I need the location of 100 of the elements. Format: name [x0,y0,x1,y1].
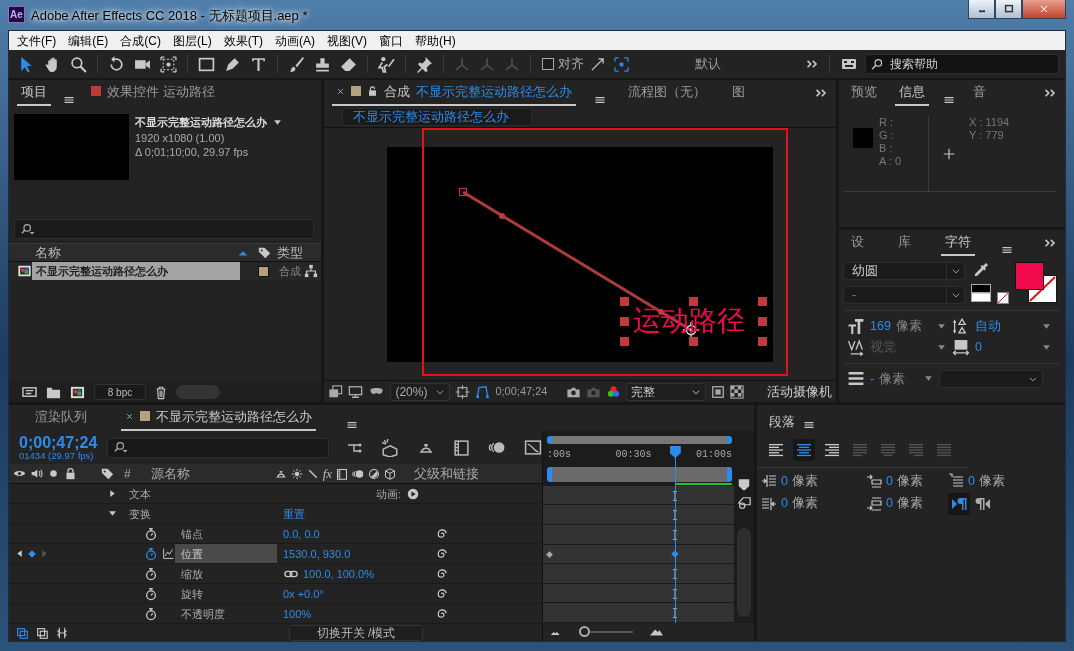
panel-tab[interactable]: 图 [728,81,750,106]
text-tool-icon[interactable] [250,55,267,73]
metric-value[interactable]: 169 [870,317,891,336]
frame-blend-icon[interactable] [336,467,349,480]
panel-tab[interactable]: 渲染队列 [31,406,91,431]
region-icon[interactable] [455,384,471,399]
panel-tab[interactable]: 字符 [941,231,975,256]
panel-tab[interactable]: 效果控件 运动路径 [87,81,219,106]
chevron-icon[interactable] [816,87,828,99]
property-label[interactable]: 缩放 [175,564,277,584]
menu-item[interactable]: 编辑(E) [62,31,115,50]
current-timecode[interactable]: 0;00;47;24 [19,434,98,451]
trash-icon[interactable] [154,384,168,400]
property-label[interactable]: 变换 [117,504,277,524]
property-value[interactable]: 100% [283,605,312,623]
maximize-button[interactable] [995,0,1022,19]
frame-blending-icon[interactable] [453,439,470,457]
spacing-value[interactable]: 0 [886,472,893,491]
expression-spiral-icon[interactable] [435,567,448,581]
snap-target-icon[interactable] [614,56,629,72]
column-header[interactable]: 源名称 [150,464,271,484]
tag-icon[interactable] [258,246,272,259]
property-label[interactable]: 锚点 [175,524,277,544]
previous-keyframe-icon[interactable] [15,549,24,559]
composition-icon[interactable] [69,384,86,400]
composition-toggle-icon[interactable] [15,625,29,640]
expression-spiral-icon[interactable] [435,547,448,561]
caret-icon[interactable] [950,290,961,300]
panel-tab[interactable]: 信息 [895,81,929,106]
tag-icon[interactable] [101,467,114,481]
panel-menu-icon[interactable] [346,419,358,431]
close-icon[interactable] [125,411,134,421]
dropdown-triangle-icon[interactable] [924,374,933,384]
transparency-grid-icon[interactable] [730,384,745,399]
stopwatch-icon[interactable] [144,606,158,621]
property-value[interactable]: 0.0, 0.0 [283,525,320,543]
resolution-dropdown[interactable]: 完整 [626,382,707,401]
expression-spiral-icon[interactable] [435,607,448,621]
flowchart-icon[interactable] [304,264,319,278]
stopwatch-icon[interactable] [144,546,158,561]
panel-tab[interactable]: 流程图（无） [624,81,711,106]
stroke-width-value[interactable]: - [870,369,875,389]
chevron-icon[interactable] [807,58,819,70]
stopwatch-icon[interactable] [144,586,158,601]
maximize-icon[interactable] [1002,3,1015,15]
cube-icon[interactable] [384,467,397,480]
spacing-value[interactable]: 0 [968,472,975,491]
panel-tab[interactable]: 设 [847,231,868,256]
no-color-swatch-icon[interactable] [997,292,1009,304]
menu-item[interactable]: 图层(L) [167,31,218,50]
lock-icon[interactable] [64,467,77,481]
metric-value[interactable]: 0 [975,337,982,357]
pen-icon[interactable] [224,55,241,73]
camera-view-label[interactable]: 活动摄像机 [767,381,832,402]
panel-tab[interactable]: 预览 [847,81,881,106]
bit-depth-button[interactable]: 8 bpc [94,384,146,400]
menu-item[interactable]: 效果(T) [217,31,269,50]
region-of-interest-icon[interactable] [711,384,726,399]
menu-item[interactable]: 动画(A) [269,31,321,50]
column-header[interactable]: # [124,464,131,483]
eraser-icon[interactable] [340,55,357,73]
duration-toggle-icon[interactable] [55,625,69,640]
stopwatch-icon[interactable] [144,526,158,541]
caret-icon[interactable] [950,266,961,276]
menu-item[interactable]: 合成(C) [114,31,167,50]
draft-3d-icon[interactable] [381,438,399,457]
spacing-value[interactable]: 0 [781,472,788,491]
column-header[interactable]: 名称 [35,242,61,263]
spacing-value[interactable]: 0 [781,494,788,514]
property-value[interactable]: 0x +0.0° [283,585,324,603]
animate-play-icon[interactable] [407,487,419,500]
column-header[interactable]: 类型 [277,242,322,263]
font-style-dropdown[interactable]: - [843,286,965,304]
font-family-dropdown[interactable]: 幼圆 [843,262,965,280]
pin-icon[interactable] [416,55,433,73]
close-icon[interactable] [336,86,346,96]
panel-menu-icon[interactable] [594,94,607,106]
dropdown-triangle-icon[interactable] [273,117,282,127]
column-header[interactable]: 父级和链接 [414,464,480,484]
layer-toggle-icon[interactable] [35,625,49,640]
rotate-icon[interactable] [108,55,125,73]
slash-icon[interactable] [306,467,319,480]
panel-menu-icon[interactable] [63,94,75,106]
keyframe-icon[interactable] [545,549,554,559]
spacing-value[interactable]: 0 [886,494,893,514]
panel-tab[interactable]: 库 [894,231,915,256]
rectangle-icon[interactable] [198,55,215,73]
half-circle-icon[interactable] [368,467,381,480]
panel-tab[interactable]: 不显示完整运动路径怎么办 [121,406,316,431]
default-swatch-icon[interactable] [971,284,991,302]
lock-icon[interactable] [367,85,379,98]
panel-title[interactable]: 段落 [769,411,795,431]
minimize-button[interactable] [968,0,995,19]
interpret-footage-icon[interactable] [21,384,38,400]
property-value[interactable]: 100.0, 100.0% [303,565,374,583]
panel-menu-icon[interactable] [1001,244,1013,256]
preview-layers-icon[interactable] [328,384,344,399]
zoom-slider-thumb[interactable] [578,626,590,637]
marker-icon[interactable] [737,477,751,492]
fill-color-swatch[interactable] [1015,262,1044,290]
